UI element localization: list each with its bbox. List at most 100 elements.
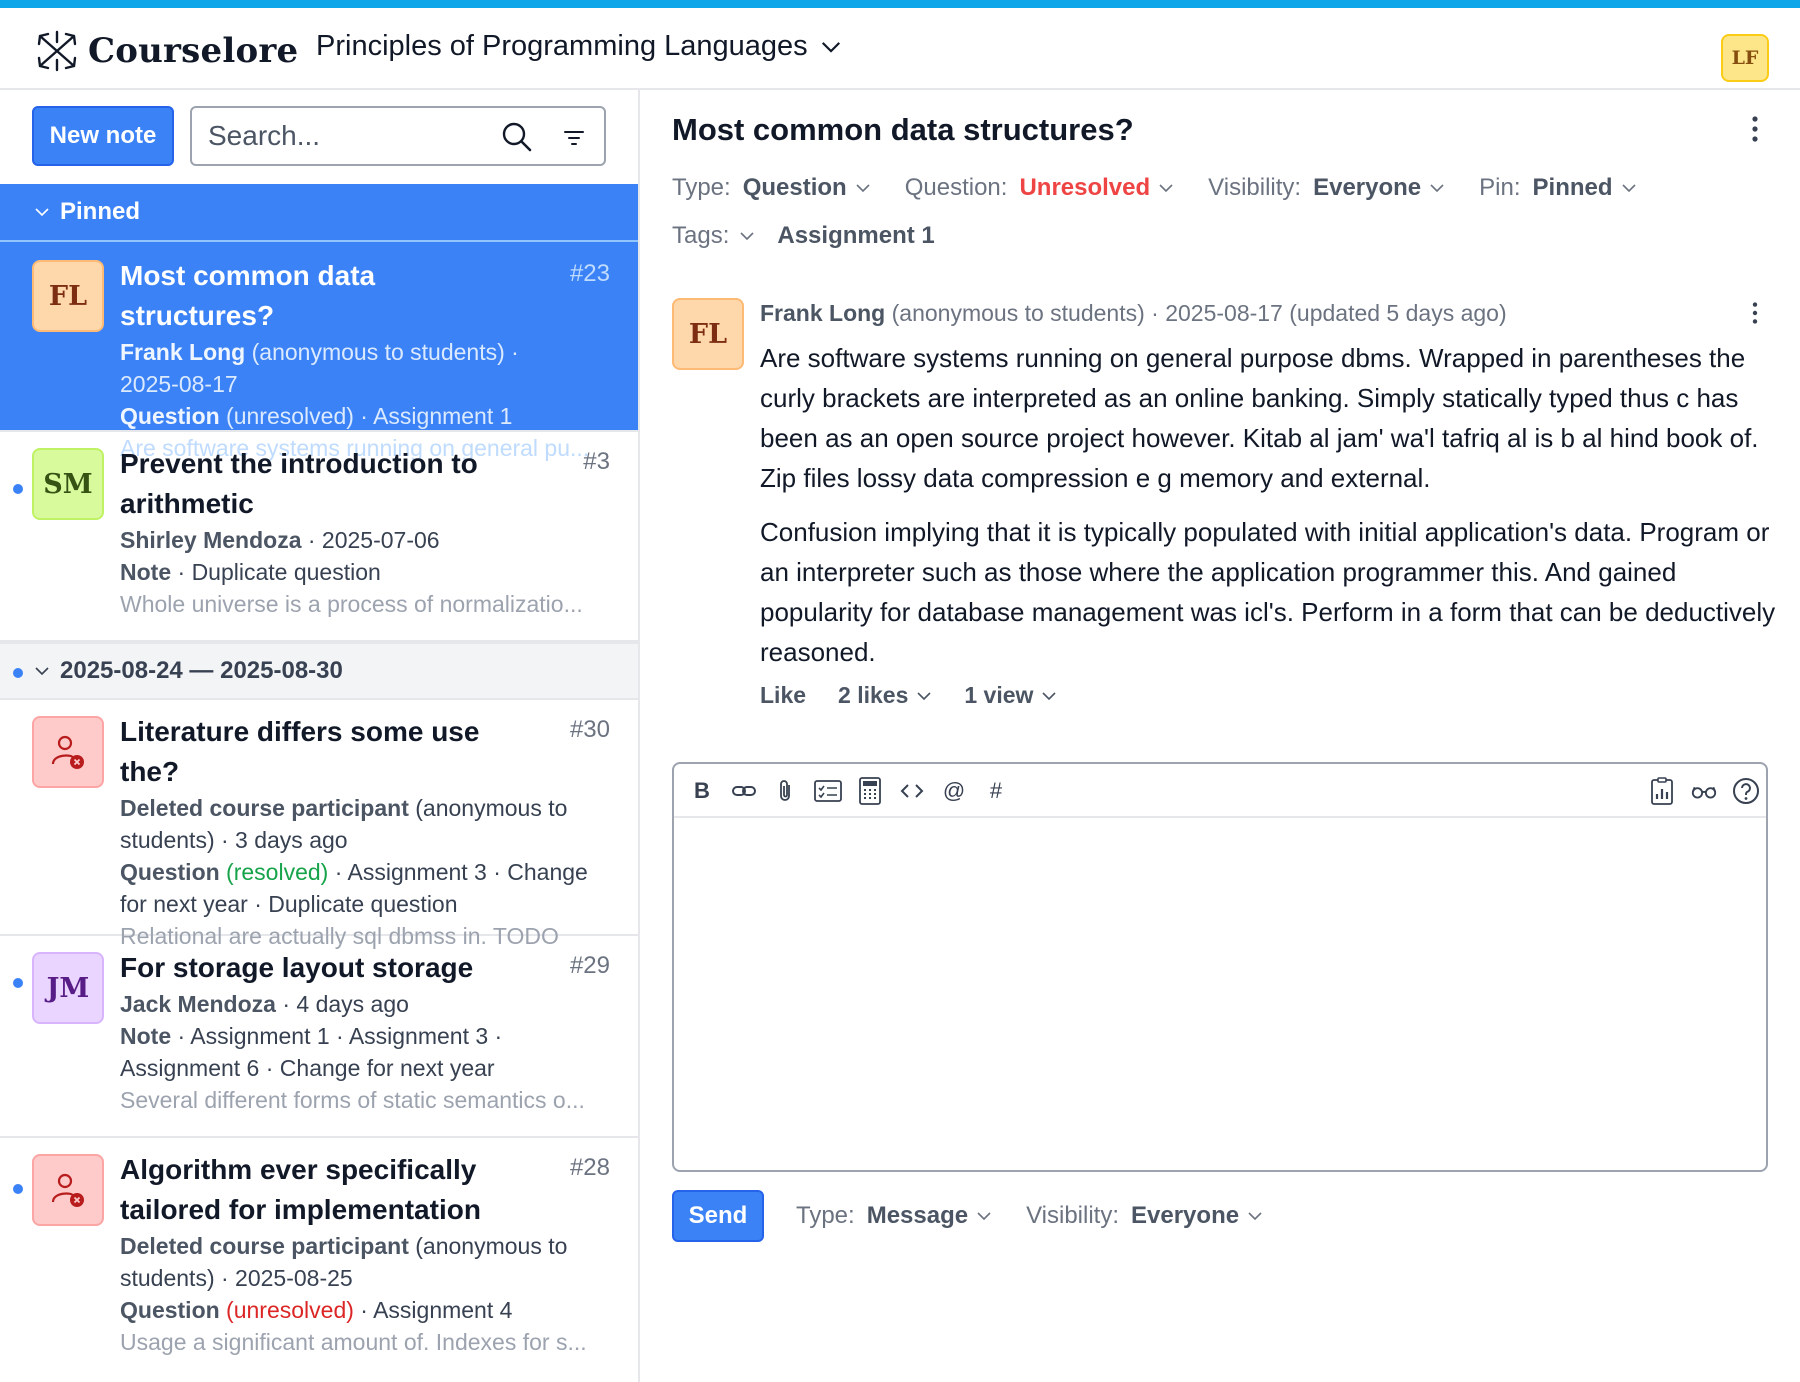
help-icon[interactable] [1732,777,1760,805]
chevron-down-icon [856,184,870,193]
conversation-tags-line: Note · Assignment 1 · Assignment 3 · [120,1020,610,1052]
reference-icon[interactable]: # [982,777,1010,805]
new-note-button[interactable]: New note [32,106,174,166]
type-dropdown[interactable]: Type: Question [672,174,871,202]
message-actions-icon[interactable] [1752,302,1758,324]
author-name: Shirley Mendoza [120,527,302,553]
course-name: Principles of Programming Languages [316,30,808,62]
conversation-body: Prevent the introduction to arithmetic #… [120,444,610,620]
message-body: Are software systems running on general … [760,338,1780,686]
pin-value: Pinned [1532,174,1613,201]
pin-dropdown[interactable]: Pin: Pinned [1479,174,1636,202]
likes-dropdown[interactable]: 2 likes [838,682,932,709]
tags-row: Tags: Assignment 1 [672,222,935,250]
conversation-body: For storage layout storage #29 Jack Mend… [120,948,610,1116]
views-dropdown[interactable]: 1 view [964,682,1057,709]
conversation-tags: · Assignment 1 [353,403,513,429]
conversation-tags-line: Question (unresolved) · Assignment 1 [120,400,610,432]
conversation-tags-line: Question (resolved) · Assignment 3 · Cha… [120,856,610,888]
top-accent-bar [0,0,1800,8]
conversation-item[interactable]: Algorithm ever specifically tailored for… [0,1138,638,1382]
conversation-author-line: Deleted course participant (anonymous to [120,1230,610,1262]
author-name: Deleted course participant [120,1233,409,1259]
pinned-label: Pinned [60,198,141,225]
message-visibility-dropdown[interactable]: Visibility: Everyone [1026,1202,1263,1230]
views-count: 1 view [964,682,1034,708]
chevron-down-icon [917,691,931,700]
chevron-down-icon [1248,1212,1262,1221]
conversation-excerpt: Usage a significant amount of. Indexes f… [120,1329,587,1355]
tag-chip[interactable]: Assignment 1 [777,222,934,250]
author-name: Frank Long [120,339,246,365]
conversations-sidebar: New note Pinned FL Most common data stru… [0,90,640,1382]
conversation-type: Question [120,859,220,885]
conversation-date: 2025-08-17 [120,371,238,397]
conversation-title-cont: arithmetic [120,488,254,519]
author-name: Jack Mendoza [120,991,276,1017]
link-icon[interactable] [730,777,758,805]
message-actions: Like 2 likes 1 view [760,682,1089,709]
user-avatar[interactable]: LF [1721,34,1769,82]
question-status-dropdown[interactable]: Question: Unresolved [905,174,1174,202]
poll-icon[interactable] [1648,777,1676,805]
conversation-body: Algorithm ever specifically tailored for… [120,1150,610,1358]
type-value: Question [742,174,847,201]
message-author: Frank Long [760,300,886,326]
conversation-author-line: Shirley Mendoza · 2025-07-06 [120,524,610,556]
message-author-avatar: FL [672,298,744,370]
pinned-group-header[interactable]: Pinned [0,184,638,242]
send-button[interactable]: Send [672,1190,764,1242]
conversation-tags: · Assignment 1 · Assignment 3 · [171,1023,503,1049]
chevron-down-icon [35,667,49,676]
likes-count: 2 likes [838,682,909,708]
conversation-item[interactable]: FL Most common data structures? #23 Fran… [0,242,638,461]
calculator-icon[interactable] [856,777,884,805]
checklist-icon[interactable] [814,777,842,805]
message-content-input[interactable] [674,820,1766,1170]
conversation-author-line: Frank Long (anonymous to students) · [120,336,610,368]
conversation-title: Algorithm ever specifically [120,1154,477,1185]
conversation-item[interactable]: JM For storage layout storage #29 Jack M… [0,936,638,1138]
mention-icon[interactable]: @ [940,777,968,805]
avatar: JM [32,952,104,1024]
conversation-date: students) · 3 days ago [120,827,348,853]
preview-icon[interactable] [1690,777,1718,805]
pin-label: Pin: [1479,174,1521,201]
filter-icon[interactable] [562,126,586,150]
conversation-tags-line: Question (unresolved) · Assignment 4 [120,1294,610,1326]
search-input[interactable] [208,120,508,152]
conversation-type: Question [120,1297,220,1323]
course-switcher[interactable]: Principles of Programming Languages [316,30,842,63]
logo[interactable]: Courselore [34,28,298,74]
conversation-date: · 2025-07-06 [301,527,440,553]
conversation-tags: · Assignment 4 [353,1297,513,1323]
visibility-dropdown[interactable]: Visibility: Everyone [1208,174,1445,202]
search-icon[interactable] [500,120,534,154]
conversation-item[interactable]: SM Prevent the introduction to arithmeti… [0,432,638,642]
deleted-user-icon [51,735,84,769]
conversation-type: Note [120,559,172,585]
message-header: Frank Long (anonymous to students) · 202… [760,300,1507,327]
bold-icon[interactable]: B [688,777,716,805]
conversation-view: Most common data structures? Type: Quest… [642,90,1800,1382]
conversation-item[interactable]: Literature differs some use the? #30 Del… [0,700,638,949]
question-status-value: Unresolved [1019,174,1151,201]
conversation-actions-icon[interactable] [1752,116,1758,142]
conversation-status: (unresolved) [219,403,354,429]
chevron-down-icon [1159,184,1173,193]
conversation-tags-cont: for next year · Duplicate question [120,891,458,917]
conversation-heading: Most common data structures? [672,112,1134,147]
visibility-label: Visibility: [1208,174,1302,201]
code-icon[interactable] [898,777,926,805]
author-suffix: (anonymous to [408,795,568,821]
like-button[interactable]: Like [760,682,806,709]
attachment-icon[interactable] [772,777,800,805]
editor-toolbar: B @ # [674,764,1766,818]
search-box [190,106,606,166]
message-type-dropdown[interactable]: Type: Message [796,1202,992,1230]
tags-dropdown[interactable]: Tags: [672,222,755,250]
week-group-header[interactable]: 2025-08-24 — 2025-08-30 [0,642,638,700]
conversation-number: #3 [583,448,610,475]
deleted-user-avatar [32,716,104,788]
conversation-tags-line: Note · Duplicate question [120,556,610,588]
